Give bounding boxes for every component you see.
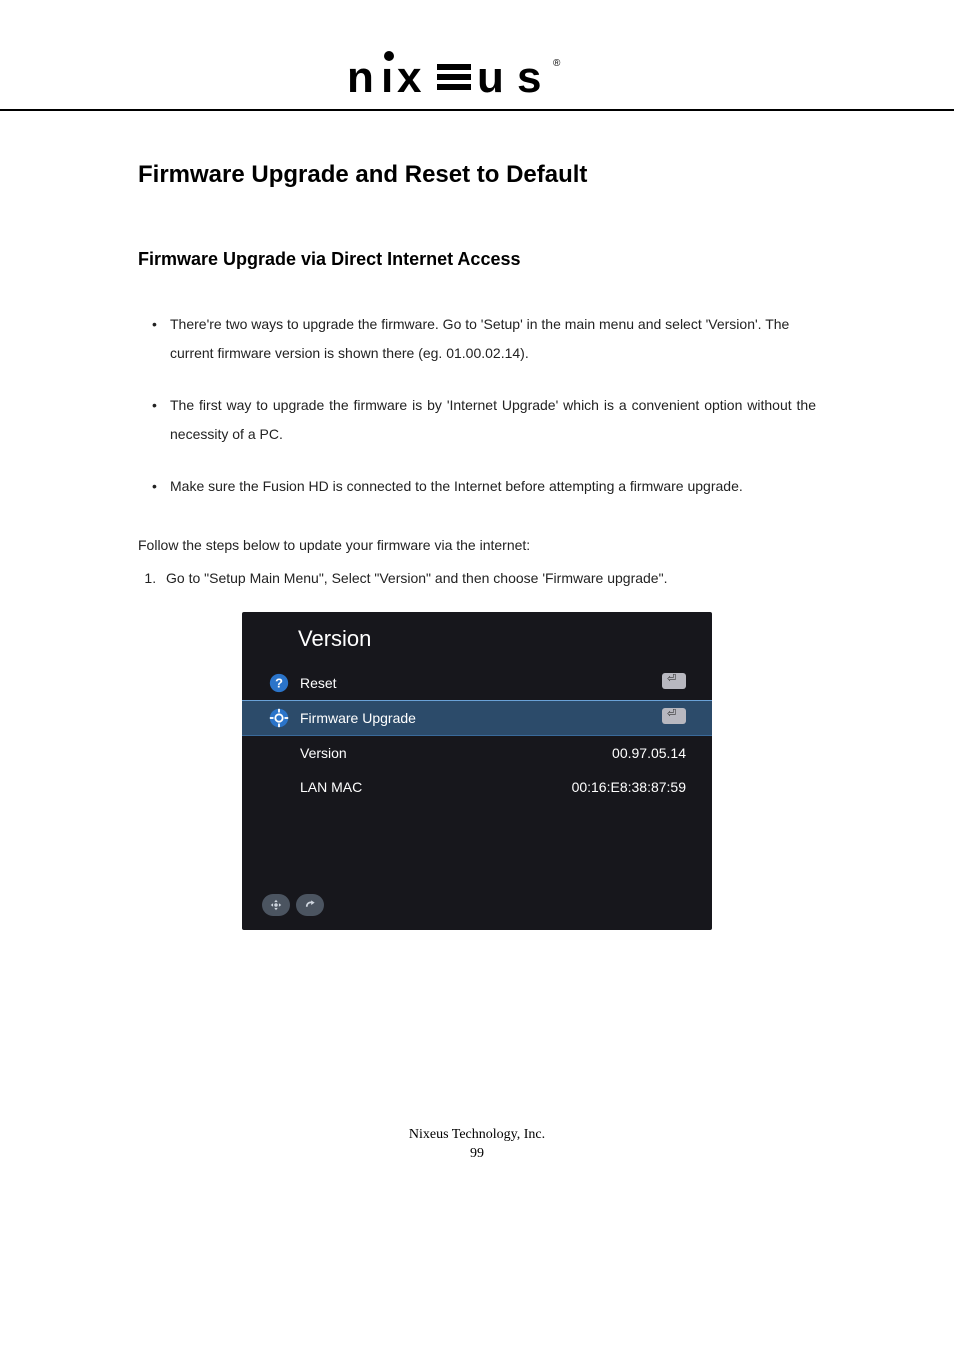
- step-item: Go to "Setup Main Menu", Select "Version…: [160, 564, 816, 593]
- svg-text:?: ?: [275, 675, 283, 690]
- back-icon[interactable]: [296, 894, 324, 916]
- sub-title: Firmware Upgrade via Direct Internet Acc…: [138, 249, 816, 270]
- page-footer: Nixeus Technology, Inc. 99: [0, 1125, 954, 1164]
- screen-footer-controls: [242, 804, 712, 930]
- question-icon: ?: [268, 672, 290, 694]
- screen-title: Version: [242, 612, 712, 666]
- menu-label: Version: [300, 745, 612, 761]
- menu-label: LAN MAC: [300, 779, 572, 795]
- footer-company: Nixeus Technology, Inc.: [0, 1125, 954, 1145]
- bullet-list: There're two ways to upgrade the firmwar…: [138, 310, 816, 501]
- menu-item-version: Version 00.97.05.14: [242, 736, 712, 770]
- nav-dpad-icon[interactable]: [262, 894, 290, 916]
- menu-item-firmware-upgrade[interactable]: Firmware Upgrade: [242, 700, 712, 736]
- steps-list: Go to "Setup Main Menu", Select "Version…: [138, 564, 816, 593]
- enter-key-icon: [662, 708, 686, 727]
- menu-item-reset[interactable]: ? Reset: [242, 666, 712, 700]
- device-screenshot: Version ? Reset: [242, 612, 712, 930]
- svg-text:ı: ı: [381, 53, 392, 96]
- footer-page-number: 99: [0, 1144, 954, 1164]
- menu-label: Firmware Upgrade: [300, 710, 662, 726]
- svg-text:x: x: [397, 53, 422, 96]
- menu-label: Reset: [300, 675, 662, 691]
- lan-mac-value: 00:16:E8:38:87:59: [572, 779, 686, 795]
- menu-item-lan-mac: LAN MAC 00:16:E8:38:87:59: [242, 770, 712, 804]
- bullet-item: There're two ways to upgrade the firmwar…: [138, 310, 816, 369]
- svg-text:s: s: [517, 53, 540, 96]
- bullet-item: The first way to upgrade the firmware is…: [138, 391, 816, 450]
- blank-icon: [268, 776, 290, 798]
- svg-text:n: n: [347, 53, 373, 96]
- svg-text:u: u: [477, 53, 503, 96]
- gear-icon: [268, 707, 290, 729]
- page-header: n ı x u s ®: [0, 50, 954, 111]
- follow-text: Follow the steps below to update your fi…: [138, 531, 816, 560]
- enter-key-icon: [662, 673, 686, 692]
- version-value: 00.97.05.14: [612, 745, 686, 761]
- svg-text:®: ®: [553, 58, 561, 69]
- screen-menu: ? Reset Firmware Upgrade: [242, 666, 712, 804]
- blank-icon: [268, 742, 290, 764]
- brand-logo: n ı x u s ®: [347, 50, 607, 101]
- main-title: Firmware Upgrade and Reset to Default: [138, 161, 816, 189]
- bullet-item: Make sure the Fusion HD is connected to …: [138, 472, 816, 501]
